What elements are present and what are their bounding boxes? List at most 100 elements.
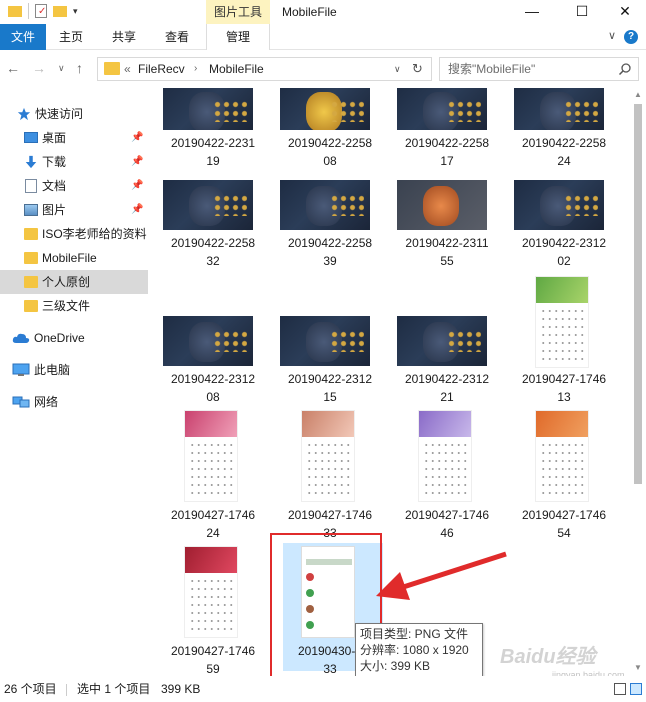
thumbnail-image [301,410,355,502]
desktop-icon [24,132,38,143]
pin-icon[interactable]: 📌 [131,180,143,191]
folder-icon [24,252,38,264]
tab-view[interactable]: 查看 [156,24,198,50]
file-name: 20190422-2312 [170,372,256,386]
address-bar[interactable]: « FileRecv › MobileFile ∨ ↻ [97,57,432,81]
thumbnail-image [184,546,238,638]
file-name: 20190422-2312 [404,372,490,386]
file-name: 20190427-1746 [521,508,607,522]
breadcrumb-overflow[interactable]: « [124,58,131,80]
pin-icon[interactable]: 📌 [131,132,143,143]
file-list-view: 20190422-2231 19 20190422-2258 08 201904… [150,88,630,676]
file-item[interactable]: 20190422-2311 55 [392,180,502,310]
pin-icon[interactable]: 📌 [131,204,143,215]
refresh-icon[interactable]: ↻ [412,58,423,80]
up-arrow-icon[interactable]: ↑ [76,60,83,76]
sidebar-item-pictures[interactable]: 图片 📌 [0,198,148,222]
scroll-up-icon[interactable]: ▲ [634,90,642,99]
search-box[interactable]: 搜索"MobileFile" [439,57,639,81]
file-info-tooltip: 项目类型: PNG 文件 分辨率: 1080 x 1920 大小: 399 KB [355,623,483,677]
sidebar-item-documents[interactable]: 文档 📌 [0,174,148,198]
cloud-icon [12,333,30,343]
customize-toolbar-icon[interactable]: ▾ [73,6,78,17]
sidebar-item-desktop[interactable]: 桌面 📌 [0,126,148,150]
file-name: 20190422-2258 [404,136,490,150]
computer-icon [12,363,30,376]
file-name: 20190427-1746 [404,508,490,522]
maximize-button[interactable]: ☐ [559,0,605,24]
search-input[interactable]: 搜索"MobileFile" [448,58,535,80]
tab-file[interactable]: 文件 [0,24,46,50]
sidebar-item-onedrive[interactable]: OneDrive [0,326,148,350]
sidebar-item-label: 下载 [42,155,67,169]
chevron-down-icon[interactable]: ∨ [394,58,401,80]
sidebar-item-label: MobileFile [42,251,97,265]
file-item[interactable]: 20190422-2258 32 [158,180,268,310]
file-name: 20190422-2231 [170,136,256,150]
minimize-button[interactable]: — [509,0,555,24]
details-view-icon[interactable] [614,683,626,695]
sidebar-item-level3-files[interactable]: 三级文件 [0,294,148,318]
sidebar-item-network[interactable]: 网络 [0,390,148,414]
quick-access-toolbar: ✓ ▾ [8,3,78,19]
recent-locations-chevron-icon[interactable]: ∨ [58,63,65,74]
tab-manage[interactable]: 管理 [206,24,270,50]
search-icon[interactable] [618,62,632,76]
properties-icon[interactable]: ✓ [35,4,47,18]
thumbnail-image [514,180,604,230]
file-item[interactable]: 20190427-1746 13 [509,276,619,406]
file-name-suffix: 32 [206,254,220,268]
thumbnail-image [418,410,472,502]
breadcrumb-filerecv[interactable]: FileRecv [138,58,185,80]
sidebar-item-downloads[interactable]: 下载 📌 [0,150,148,174]
file-name-suffix: 02 [557,254,571,268]
download-icon [25,155,37,169]
file-name-suffix: 19 [206,154,220,168]
sidebar-item-mobilefile[interactable]: MobileFile [0,246,148,270]
pin-icon[interactable]: 📌 [131,156,143,167]
file-item[interactable]: 20190427-1746 59 [158,546,268,676]
item-count: 26 个项目 [4,682,57,696]
sidebar-item-label: 此电脑 [34,363,71,377]
tab-home[interactable]: 主页 [50,24,92,50]
thumbnail-image [163,180,253,230]
file-item[interactable]: 20190427-1746 33 [275,410,385,540]
help-icon[interactable]: ? [624,30,638,44]
file-item[interactable]: 20190427-1746 54 [509,410,619,540]
scroll-down-icon[interactable]: ▼ [634,663,642,672]
watermark-logo: Baidu经验 [500,646,596,668]
sidebar-item-label: 桌面 [42,131,67,145]
folder-icon [24,276,38,288]
red-arrow-annotation [376,551,507,600]
forward-arrow-icon[interactable]: → [32,60,46,76]
back-arrow-icon[interactable]: ← [6,60,20,76]
scrollbar-thumb[interactable] [634,104,642,484]
file-name-suffix: 55 [440,254,454,268]
large-icons-view-icon[interactable] [630,683,642,695]
file-name-suffix: 17 [440,154,454,168]
sidebar-item-this-pc[interactable]: 此电脑 [0,358,148,382]
file-name-suffix: 08 [206,390,220,404]
file-item[interactable]: 20190422-2258 39 [275,180,385,310]
breadcrumb-mobilefile[interactable]: MobileFile [209,58,264,80]
chevron-down-icon[interactable]: ∨ [608,29,616,42]
sidebar-item-label: 文档 [42,179,67,193]
close-button[interactable]: ✕ [602,0,646,24]
folder-icon[interactable] [8,5,22,17]
new-folder-icon[interactable] [53,5,67,17]
sidebar-item-quick-access[interactable]: 快速访问 [0,102,148,126]
sidebar-item-personal-original[interactable]: 个人原创 [0,270,148,294]
tooltip-type: 项目类型: PNG 文件 [360,627,469,641]
selection-count: 选中 1 个项目 [77,682,151,696]
document-icon [25,179,37,193]
sidebar-item-iso-folder[interactable]: ISO李老师给的资料 [0,222,148,246]
file-name-suffix: 13 [557,390,571,404]
file-item[interactable]: 20190427-1746 46 [392,410,502,540]
tab-share[interactable]: 共享 [103,24,145,50]
file-name-suffix: 08 [323,154,337,168]
file-item[interactable]: 20190427-1746 24 [158,410,268,540]
file-name-suffix: 46 [440,526,454,540]
vertical-scrollbar[interactable]: ▲ ▼ [630,88,646,676]
file-name: 20190422-2311 [405,236,489,250]
file-name: 20190422-2258 [521,136,607,150]
